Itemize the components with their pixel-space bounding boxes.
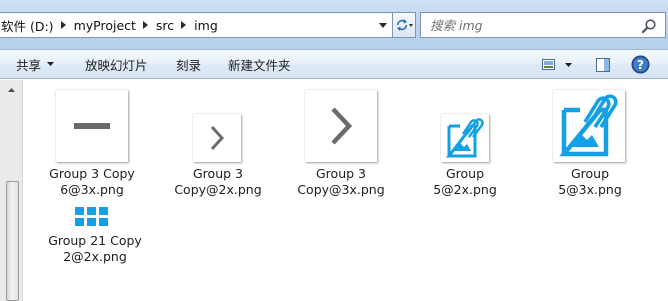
change-view-button[interactable] — [541, 57, 575, 73]
file-name-line1: Group 3 — [316, 166, 366, 181]
slideshow-button[interactable]: 放映幻灯片 — [85, 50, 148, 78]
breadcrumb-item-img[interactable]: img — [191, 13, 221, 37]
file-name-line2: Copy@2x.png — [174, 182, 262, 197]
file-name: Group 3 Copy 6@3x.png — [37, 166, 147, 198]
file-name-line1: Group — [570, 166, 610, 181]
breadcrumb-separator-icon[interactable] — [177, 13, 191, 37]
file-name-line1: Group 3 — [193, 166, 243, 181]
file-name: Group 3 Copy@2x.png — [163, 166, 273, 198]
breadcrumb[interactable]: 软件 (D:) myProject src img — [0, 12, 393, 38]
file-name: Group 21 Copy 2@2x.png — [40, 233, 150, 265]
vertical-scrollbar[interactable] — [0, 80, 23, 301]
file-name-line1: Group — [445, 166, 485, 181]
chevron-right-icon — [193, 114, 241, 162]
help-icon: ? — [631, 55, 650, 74]
preview-pane-icon — [596, 58, 610, 72]
view-options-icon — [542, 59, 572, 70]
command-bar: 共享 放映幻灯片 刻录 新建文件夹 ? — [0, 49, 668, 79]
scroll-up-arrow-icon[interactable] — [0, 80, 23, 100]
share-menu-button[interactable]: 共享 — [16, 50, 55, 78]
address-bar-row: 软件 (D:) myProject src img — [0, 0, 668, 49]
address-history-dropdown-icon[interactable] — [372, 13, 392, 37]
breadcrumb-item-src[interactable]: src — [153, 13, 177, 37]
breadcrumb-item-project[interactable]: myProject — [71, 13, 139, 37]
file-name: Group 3 Copy@3x.png — [286, 166, 396, 198]
image-clip-icon — [553, 90, 625, 162]
file-name-line1: Group 3 Copy — [49, 166, 135, 181]
refresh-icon — [397, 19, 413, 31]
chevron-right-icon — [305, 90, 377, 162]
file-name-line2: Copy@3x.png — [297, 182, 385, 197]
image-clip-icon — [441, 114, 489, 162]
breadcrumb-item-drive[interactable]: 软件 (D:) — [0, 13, 57, 37]
file-name: Group 5@3x.png — [535, 166, 645, 198]
breadcrumb-separator-icon[interactable] — [57, 13, 71, 37]
file-name-line2: 5@3x.png — [558, 182, 622, 197]
new-folder-button[interactable]: 新建文件夹 — [228, 50, 291, 78]
search-icon[interactable] — [641, 18, 657, 34]
slideshow-label: 放映幻灯片 — [85, 57, 148, 73]
svg-text:?: ? — [637, 58, 644, 72]
refresh-button[interactable] — [392, 12, 416, 38]
file-name-line2: 2@2x.png — [63, 249, 127, 264]
burn-button[interactable]: 刻录 — [176, 50, 201, 78]
minus-icon — [56, 90, 128, 162]
chevron-down-icon — [47, 62, 55, 66]
grid-icon — [75, 207, 109, 229]
file-name: Group 5@2x.png — [410, 166, 520, 198]
file-list-pane[interactable]: Group 3 Copy 6@3x.png Group 3 Copy@2x.pn… — [0, 80, 668, 301]
preview-pane-button[interactable] — [595, 57, 611, 73]
file-name-line2: 6@3x.png — [60, 182, 124, 197]
search-input[interactable] — [421, 14, 621, 36]
help-button[interactable]: ? — [631, 55, 650, 74]
breadcrumb-separator-icon[interactable] — [139, 13, 153, 37]
new-folder-label: 新建文件夹 — [228, 57, 291, 73]
file-name-line2: 5@2x.png — [433, 182, 497, 197]
scrollbar-thumb[interactable] — [6, 181, 19, 301]
file-name-line1: Group 21 Copy — [48, 233, 142, 248]
burn-label: 刻录 — [176, 57, 202, 73]
share-label: 共享 — [16, 57, 42, 73]
search-box[interactable] — [420, 12, 666, 38]
